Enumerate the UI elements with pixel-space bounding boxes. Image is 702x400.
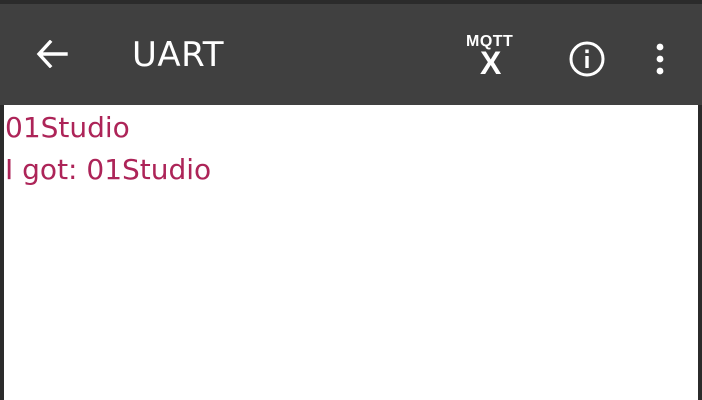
message-log: 01Studio I got: 01Studio xyxy=(4,105,698,400)
screen-frame: UART MQTT X 01Studio I got: 01Studio xyxy=(0,0,702,400)
more-options-button[interactable] xyxy=(640,32,680,86)
info-button[interactable] xyxy=(560,32,614,86)
message-line: 01Studio xyxy=(5,111,130,144)
app-bar: UART MQTT X xyxy=(0,4,702,105)
back-button[interactable] xyxy=(24,26,80,82)
mqtt-logo-x: X xyxy=(480,45,502,81)
arrow-left-icon xyxy=(36,40,68,68)
mqtt-button[interactable]: MQTT X xyxy=(458,26,528,86)
page-title: UART xyxy=(132,35,225,75)
more-vertical-icon xyxy=(656,43,664,75)
info-circle-icon xyxy=(569,41,605,77)
message-line: I got: 01Studio xyxy=(5,153,212,186)
